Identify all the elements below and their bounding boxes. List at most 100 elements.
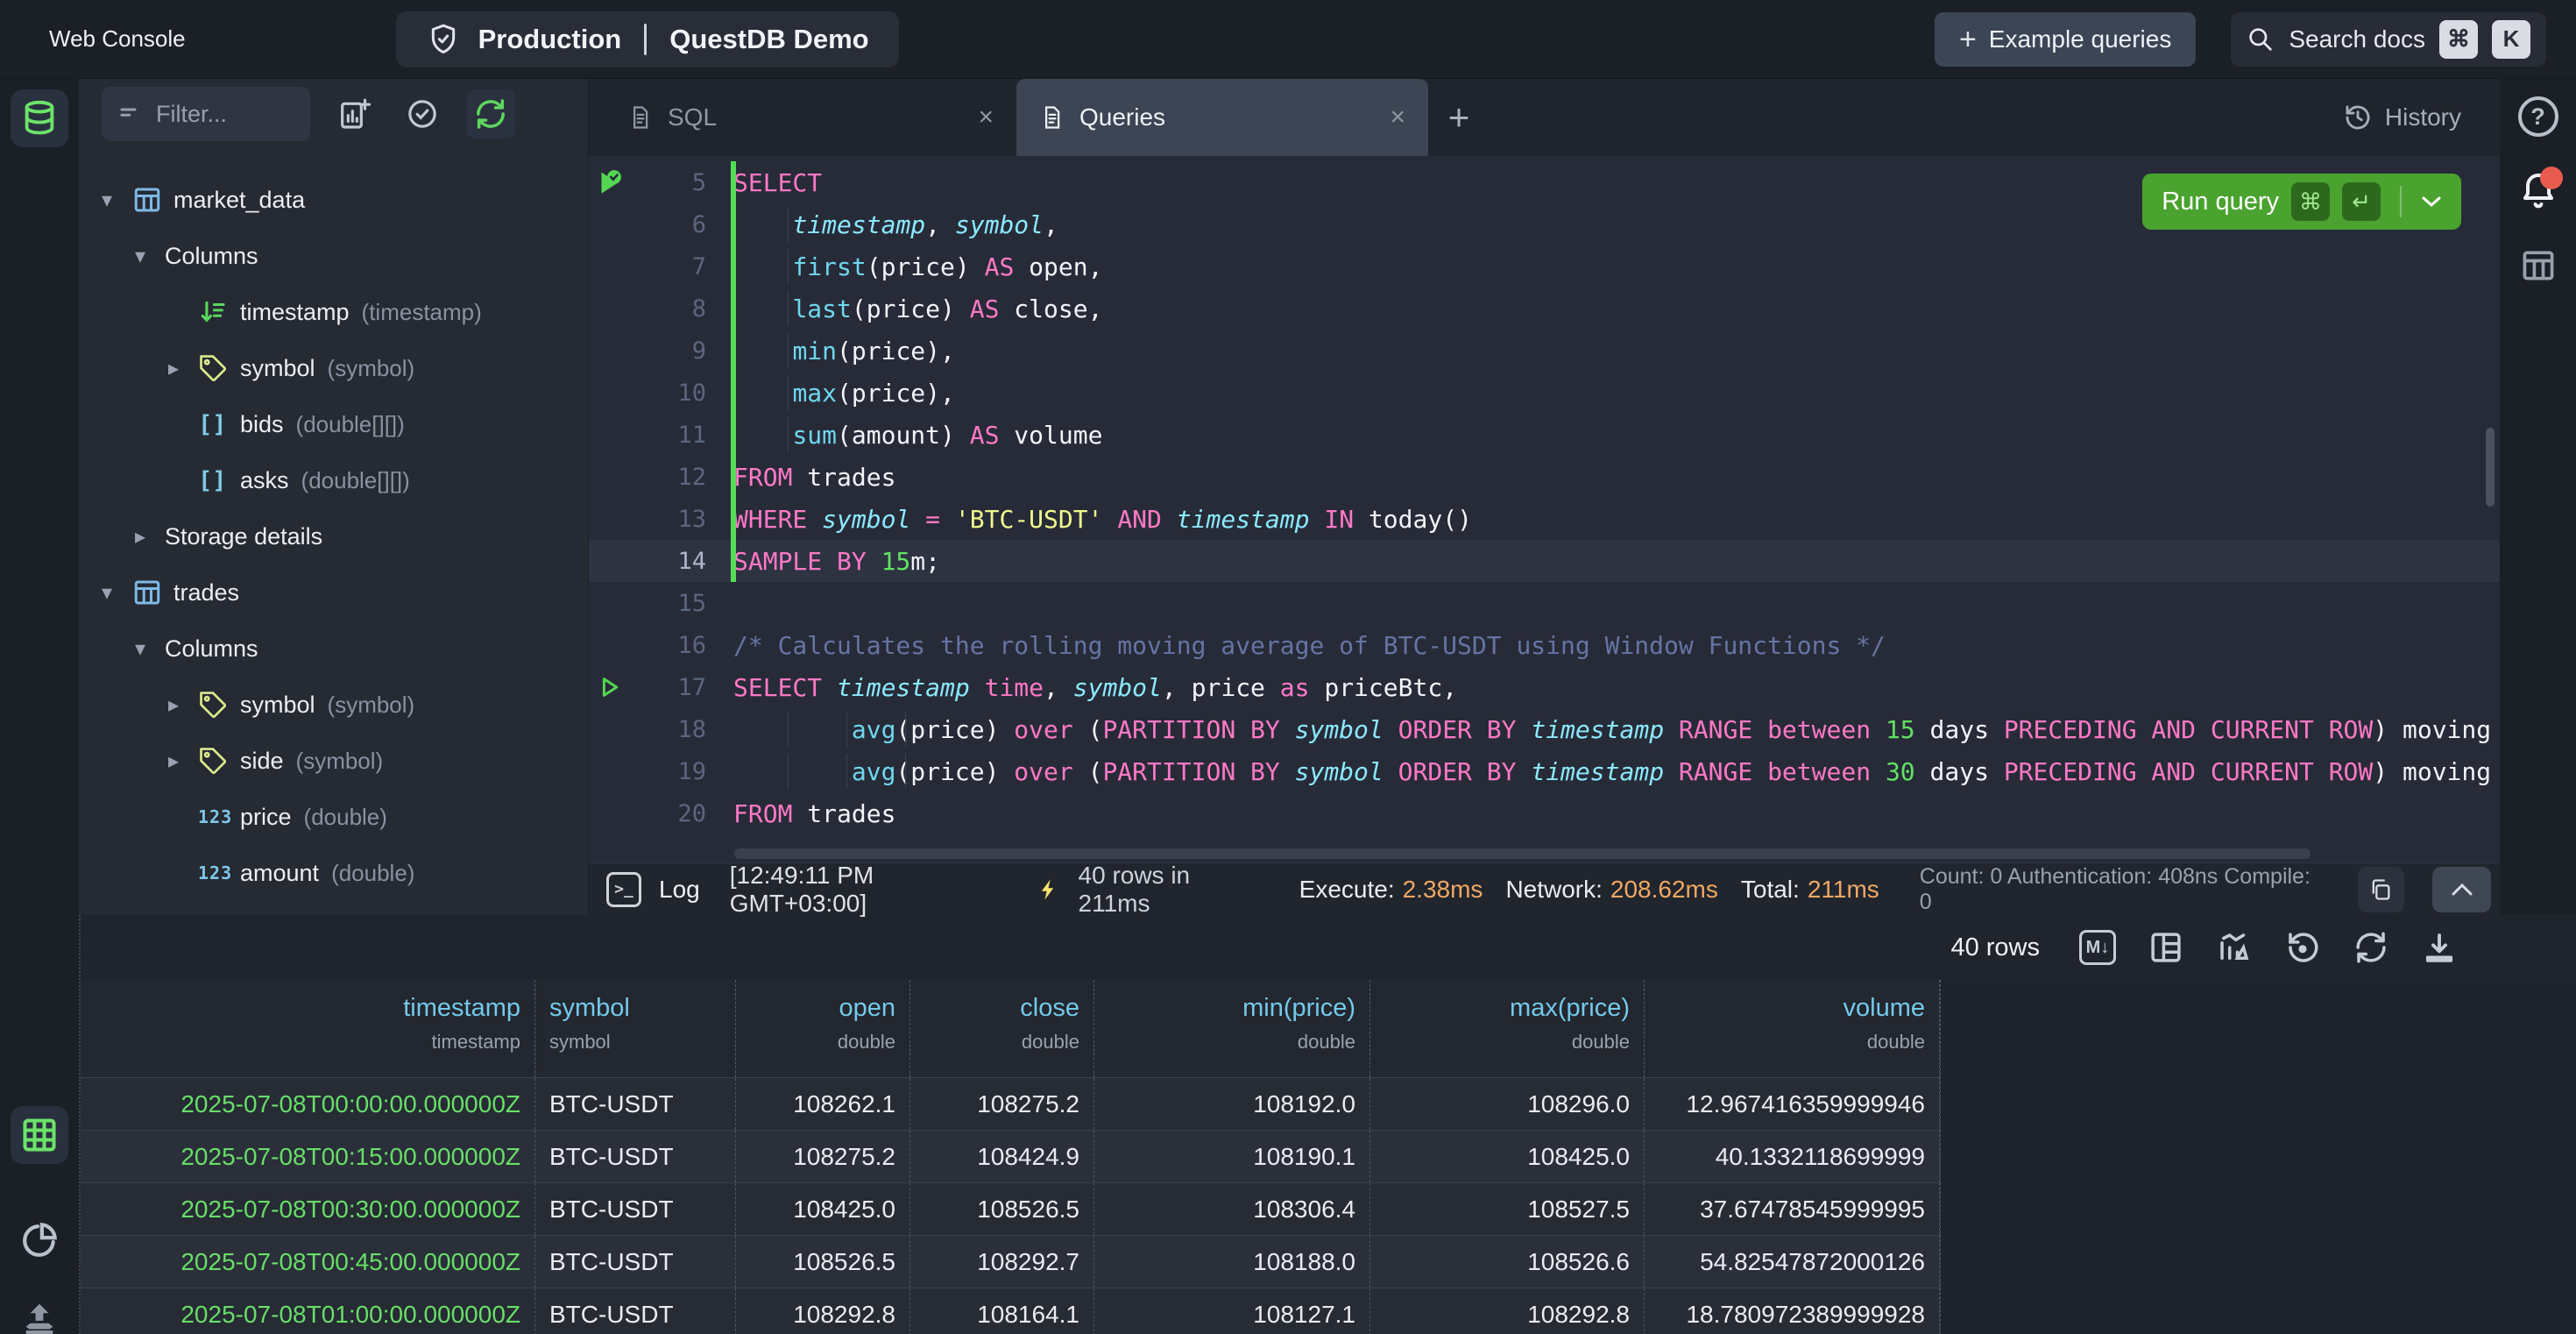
table-cell[interactable]: 108275.2 [736, 1131, 910, 1182]
table-cell[interactable]: 108292.8 [1370, 1288, 1645, 1334]
code-line-15[interactable]: 15 [589, 582, 2500, 624]
download-results-button[interactable] [2420, 928, 2459, 967]
tree-item-trades[interactable]: ▾trades [79, 564, 588, 621]
tables-panel-button[interactable] [11, 89, 68, 147]
table-cell[interactable]: 108526.6 [1370, 1236, 1645, 1288]
table-cell[interactable]: 2025-07-08T00:45:00.000000Z [81, 1236, 535, 1288]
tree-item-columns[interactable]: ▾Columns [79, 228, 588, 284]
refresh-tables-button[interactable] [466, 89, 515, 138]
history-button[interactable]: History [2343, 79, 2461, 156]
table-cell[interactable]: 108127.1 [1094, 1288, 1370, 1334]
column-header-min-price-[interactable]: min(price)double [1094, 980, 1370, 1077]
table-cell[interactable]: 108262.1 [736, 1078, 910, 1130]
code-line-19[interactable]: 19 avg(price) over (PARTITION BY symbol … [589, 750, 2500, 792]
table-cell[interactable]: BTC-USDT [535, 1236, 736, 1288]
search-docs-button[interactable]: Search docs ⌘ K [2231, 12, 2546, 67]
tree-item-asks[interactable]: []asks(double[][]) [79, 452, 588, 508]
code-line-16[interactable]: 16/* Calculates the rolling moving avera… [589, 624, 2500, 666]
table-cell[interactable]: 108425.0 [1370, 1131, 1645, 1182]
result-panel-button[interactable] [2512, 239, 2565, 292]
chart-builder-button[interactable] [2215, 928, 2254, 967]
tree-item-price[interactable]: 123price(double) [79, 789, 588, 845]
help-button[interactable]: ? [2512, 90, 2565, 143]
tree-item-market-data[interactable]: ▾market_data [79, 172, 588, 228]
column-header-symbol[interactable]: symbolsymbol [535, 980, 736, 1077]
table-cell[interactable]: 108292.7 [910, 1236, 1094, 1288]
table-cell[interactable]: 2025-07-08T00:00:00.000000Z [81, 1078, 535, 1130]
horizontal-scrollbar[interactable] [734, 848, 2447, 859]
column-header-open[interactable]: opendouble [736, 980, 910, 1077]
tree-item-symbol[interactable]: ▸symbol(symbol) [79, 340, 588, 396]
table-row[interactable]: 2025-07-08T00:15:00.000000ZBTC-USDT10827… [81, 1131, 1940, 1183]
tree-item-amount[interactable]: 123amount(double) [79, 845, 588, 901]
table-row[interactable]: 2025-07-08T01:00:00.000000ZBTC-USDT10829… [81, 1288, 1940, 1334]
close-icon[interactable]: × [1390, 104, 1405, 131]
chart-view-button[interactable] [11, 1211, 68, 1269]
table-row[interactable]: 2025-07-08T00:45:00.000000ZBTC-USDT10852… [81, 1236, 1940, 1288]
chevron-down-icon[interactable] [2421, 195, 2442, 208]
select-tables-button[interactable] [398, 89, 447, 138]
tree-item-bids[interactable]: []bids(double[][]) [79, 396, 588, 452]
table-cell[interactable]: BTC-USDT [535, 1288, 736, 1334]
collapse-log-button[interactable] [2432, 867, 2491, 912]
table-cell[interactable]: 108275.2 [910, 1078, 1094, 1130]
code-line-12[interactable]: 12FROM trades [589, 456, 2500, 498]
table-cell[interactable]: 108192.0 [1094, 1078, 1370, 1130]
table-row[interactable]: 2025-07-08T00:30:00.000000ZBTC-USDT10842… [81, 1183, 1940, 1236]
tab-sql[interactable]: SQL × [605, 79, 1016, 156]
refresh-results-button[interactable] [2352, 928, 2390, 967]
example-queries-button[interactable]: + Example queries [1935, 12, 2196, 67]
notifications-button[interactable] [2512, 165, 2565, 217]
add-tab-button[interactable]: + [1428, 79, 1490, 156]
code-line-11[interactable]: 11 sum(amount) AS volume [589, 414, 2500, 456]
table-cell[interactable]: 108527.5 [1370, 1183, 1645, 1235]
column-header-max-price-[interactable]: max(price)double [1370, 980, 1645, 1077]
environment-pill[interactable]: Production QuestDB Demo [396, 11, 899, 67]
column-header-close[interactable]: closedouble [910, 980, 1094, 1077]
code-line-9[interactable]: 9 min(price), [589, 330, 2500, 372]
table-cell[interactable]: 108526.5 [910, 1183, 1094, 1235]
tree-item-symbol[interactable]: ▸symbol(symbol) [79, 677, 588, 733]
table-cell[interactable]: 18.780972389999928 [1645, 1288, 1940, 1334]
chevron-right-icon[interactable]: ▸ [168, 749, 198, 774]
chevron-right-icon[interactable]: ▸ [135, 524, 165, 550]
tree-item-storage-details[interactable]: ▸Storage details [79, 508, 588, 564]
run-statement-icon[interactable] [589, 674, 629, 700]
code-line-20[interactable]: 20FROM trades [589, 792, 2500, 834]
code-line-18[interactable]: 18 avg(price) over (PARTITION BY symbol … [589, 708, 2500, 750]
table-cell[interactable]: 108188.0 [1094, 1236, 1370, 1288]
chevron-right-icon[interactable]: ▸ [168, 356, 198, 381]
table-cell[interactable]: 37.67478545999995 [1645, 1183, 1940, 1235]
filter-box[interactable] [102, 87, 310, 141]
import-button[interactable] [11, 1290, 68, 1334]
table-cell[interactable]: 108190.1 [1094, 1131, 1370, 1182]
statement-success-icon[interactable] [589, 167, 629, 197]
markdown-export-button[interactable]: M↓ [2078, 928, 2117, 967]
code-line-17[interactable]: 17SELECT timestamp time, symbol, price a… [589, 666, 2500, 708]
tree-item-timestamp[interactable]: timestamp(timestamp) [79, 901, 588, 915]
table-cell[interactable]: 40.1332118699999 [1645, 1131, 1940, 1182]
tree-item-side[interactable]: ▸side(symbol) [79, 733, 588, 789]
table-cell[interactable]: 108526.5 [736, 1236, 910, 1288]
table-cell[interactable]: 108164.1 [910, 1288, 1094, 1334]
code-line-10[interactable]: 10 max(price), [589, 372, 2500, 414]
table-cell[interactable]: 108296.0 [1370, 1078, 1645, 1130]
code-editor[interactable]: 5SELECT6 timestamp, symbol,7 first(price… [589, 156, 2500, 862]
table-cell[interactable]: BTC-USDT [535, 1183, 736, 1235]
table-row[interactable]: 2025-07-08T00:00:00.000000ZBTC-USDT10826… [81, 1078, 1940, 1131]
grid-view-button[interactable] [11, 1106, 68, 1164]
toggle-columns-button[interactable] [2147, 928, 2185, 967]
table-cell[interactable]: 108425.0 [736, 1183, 910, 1235]
chevron-down-icon[interactable]: ▾ [102, 580, 131, 606]
column-header-timestamp[interactable]: timestamptimestamp [81, 980, 535, 1077]
table-cell[interactable]: 2025-07-08T01:00:00.000000Z [81, 1288, 535, 1334]
table-cell[interactable]: 108424.9 [910, 1131, 1094, 1182]
code-line-13[interactable]: 13WHERE symbol = 'BTC-USDT' AND timestam… [589, 498, 2500, 540]
code-line-7[interactable]: 7 first(price) AS open, [589, 245, 2500, 287]
table-cell[interactable]: 108292.8 [736, 1288, 910, 1334]
table-cell[interactable]: BTC-USDT [535, 1131, 736, 1182]
column-header-volume[interactable]: volumedouble [1645, 980, 1940, 1077]
run-query-button[interactable]: Run query ⌘ ↵ [2142, 174, 2461, 230]
code-line-8[interactable]: 8 last(price) AS close, [589, 287, 2500, 330]
table-cell[interactable]: 108306.4 [1094, 1183, 1370, 1235]
